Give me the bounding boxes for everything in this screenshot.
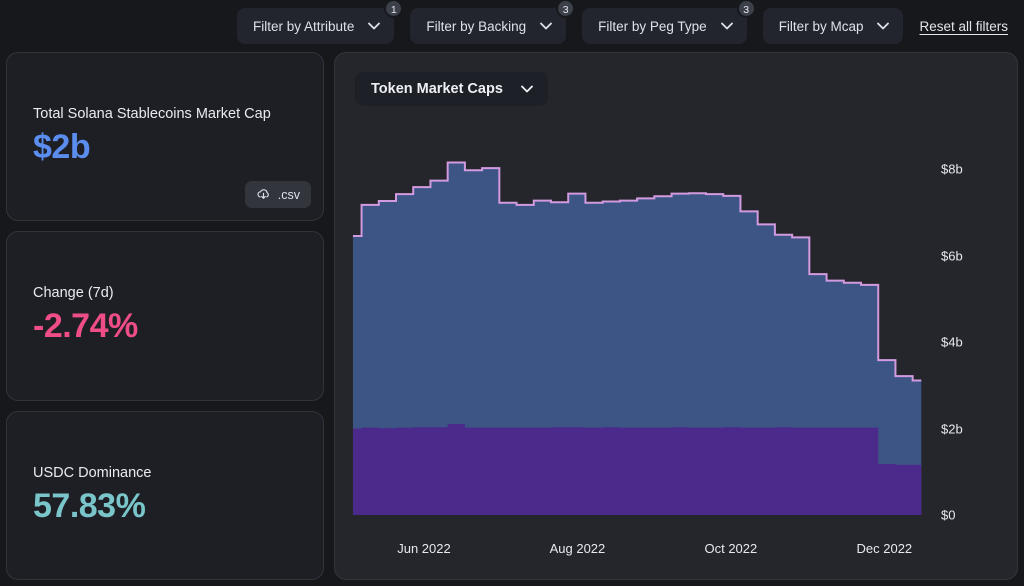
download-csv-button[interactable]: .csv xyxy=(245,181,311,208)
filter-attribute-wrap: Filter by Attribute 1 xyxy=(237,8,394,44)
reset-all-filters-link[interactable]: Reset all filters xyxy=(919,19,1008,34)
chart-series-select[interactable]: Token Market Caps xyxy=(355,72,548,106)
filter-peg-type-wrap: Filter by Peg Type 3 xyxy=(582,8,747,44)
filter-by-peg-type-button[interactable]: Filter by Peg Type xyxy=(582,8,747,44)
filter-attribute-badge: 1 xyxy=(384,0,403,18)
chart-panel: Token Market Caps BLOCKBEATS $0$2b$4b$6b… xyxy=(334,52,1018,580)
chevron-down-icon xyxy=(721,22,733,30)
filter-bar: Filter by Attribute 1 Filter by Backing … xyxy=(0,0,1024,52)
stat-label: Total Solana Stablecoins Market Cap xyxy=(33,106,297,122)
filter-backing-wrap: Filter by Backing 3 xyxy=(410,8,566,44)
stacked-area-chart xyxy=(335,113,1017,579)
filter-by-backing-label: Filter by Backing xyxy=(426,19,526,34)
chart-svg[interactable] xyxy=(335,113,1017,579)
stat-card-total-market-cap: Total Solana Stablecoins Market Cap $2b … xyxy=(6,52,324,221)
chart-series-select-label: Token Market Caps xyxy=(371,81,503,97)
filter-by-mcap-label: Filter by Mcap xyxy=(779,19,864,34)
stablecoins-dashboard: Filter by Attribute 1 Filter by Backing … xyxy=(0,0,1024,586)
stat-value: 57.83% xyxy=(33,487,297,526)
filter-by-attribute-button[interactable]: Filter by Attribute xyxy=(237,8,394,44)
stat-card-usdc-dominance: USDC Dominance 57.83% xyxy=(6,411,324,580)
stat-value: $2b xyxy=(33,128,297,167)
dashboard-content: Total Solana Stablecoins Market Cap $2b … xyxy=(6,52,1018,580)
download-csv-label: .csv xyxy=(278,188,300,202)
chevron-down-icon xyxy=(521,81,533,97)
filter-by-backing-button[interactable]: Filter by Backing xyxy=(410,8,566,44)
stat-label: USDC Dominance xyxy=(33,465,297,481)
stat-label: Change (7d) xyxy=(33,285,297,301)
stat-card-change-7d: Change (7d) -2.74% xyxy=(6,231,324,400)
stats-sidebar: Total Solana Stablecoins Market Cap $2b … xyxy=(6,52,324,580)
stat-value: -2.74% xyxy=(33,307,297,346)
filter-peg-type-badge: 3 xyxy=(737,0,756,18)
filter-by-mcap-button[interactable]: Filter by Mcap xyxy=(763,8,904,44)
chevron-down-icon xyxy=(368,22,380,30)
filter-backing-badge: 3 xyxy=(556,0,575,18)
cloud-download-icon xyxy=(256,187,271,202)
chevron-down-icon xyxy=(540,22,552,30)
chevron-down-icon xyxy=(877,22,889,30)
filter-by-attribute-label: Filter by Attribute xyxy=(253,19,354,34)
filter-by-peg-type-label: Filter by Peg Type xyxy=(598,19,707,34)
filter-mcap-wrap: Filter by Mcap xyxy=(763,8,904,44)
